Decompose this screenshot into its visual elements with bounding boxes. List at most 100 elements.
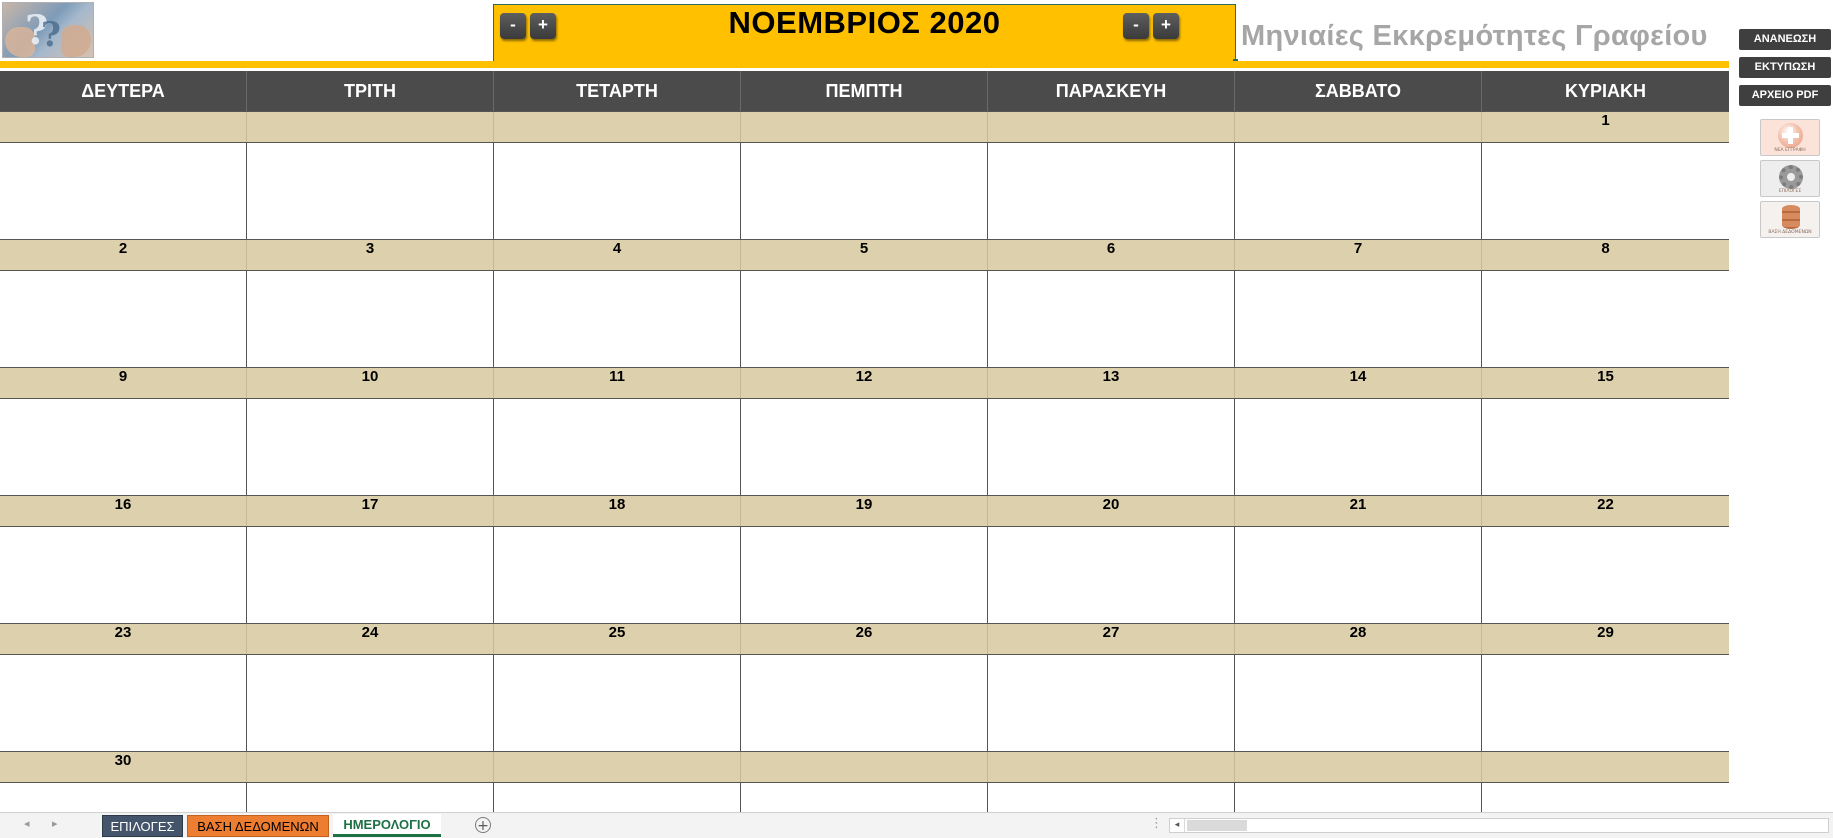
day-cell[interactable] — [988, 655, 1235, 751]
tab-database[interactable]: ΒΑΣΗ ΔΕΔΟΜΕΝΩΝ — [187, 815, 329, 837]
day-cell[interactable] — [1482, 527, 1729, 623]
database-button[interactable]: ΒΑΣΗ ΔΕΔΟΜΕΝΩΝ — [1760, 201, 1820, 238]
day-cell[interactable] — [1235, 655, 1482, 751]
print-button[interactable]: ΕΚΤΥΠΩΣΗ — [1739, 57, 1831, 78]
date-number-cell[interactable]: 16 — [0, 496, 247, 526]
date-number-cell[interactable]: 19 — [741, 496, 988, 526]
day-cell[interactable] — [741, 399, 988, 495]
date-number-cell[interactable]: 13 — [988, 368, 1235, 398]
date-number-cell[interactable]: 15 — [1482, 368, 1729, 398]
date-number-cell[interactable]: 1 — [1482, 112, 1729, 142]
date-number-cell[interactable] — [247, 752, 494, 782]
new-entry-button[interactable]: ΝΕΑ ΕΓΓΡΑΦΗ — [1760, 119, 1820, 156]
day-cell[interactable] — [741, 783, 988, 812]
day-cell[interactable] — [0, 527, 247, 623]
date-number-cell[interactable]: 28 — [1235, 624, 1482, 654]
date-number-cell[interactable]: 4 — [494, 240, 741, 270]
next-month-button[interactable]: + — [1153, 13, 1179, 39]
date-number-cell[interactable] — [741, 112, 988, 142]
scroll-left-icon[interactable]: ◂ — [1170, 819, 1185, 832]
add-sheet-icon[interactable]: + — [475, 817, 491, 834]
date-number-cell[interactable] — [1235, 112, 1482, 142]
prev-year-button[interactable]: - — [500, 13, 526, 39]
date-number-cell[interactable] — [988, 112, 1235, 142]
tab-calendar[interactable]: ΗΜΕΡΟΛΟΓΙΟ — [333, 814, 441, 837]
date-number-cell[interactable]: 8 — [1482, 240, 1729, 270]
day-cell[interactable] — [1482, 655, 1729, 751]
day-cell[interactable] — [247, 143, 494, 239]
scroll-tabs-left-icon[interactable]: ◂ — [24, 817, 30, 830]
day-cell[interactable] — [1482, 271, 1729, 367]
date-number-cell[interactable]: 9 — [0, 368, 247, 398]
day-cell[interactable] — [0, 271, 247, 367]
day-cell[interactable] — [988, 399, 1235, 495]
date-number-cell[interactable]: 7 — [1235, 240, 1482, 270]
date-number-cell[interactable]: 10 — [247, 368, 494, 398]
day-cell[interactable] — [1235, 143, 1482, 239]
pdf-export-button[interactable]: ΑΡΧΕΙΟ PDF — [1739, 85, 1831, 106]
day-cell[interactable] — [0, 143, 247, 239]
date-number-cell[interactable]: 6 — [988, 240, 1235, 270]
date-number-cell[interactable]: 24 — [247, 624, 494, 654]
day-cell[interactable] — [0, 399, 247, 495]
date-number-cell[interactable]: 23 — [0, 624, 247, 654]
day-cell[interactable] — [494, 527, 741, 623]
scroll-tabs-right-icon[interactable]: ▸ — [52, 817, 58, 830]
day-cell[interactable] — [0, 655, 247, 751]
horizontal-scrollbar[interactable]: ◂ — [1169, 818, 1829, 833]
date-number-cell[interactable]: 29 — [1482, 624, 1729, 654]
day-cell[interactable] — [247, 527, 494, 623]
date-number-cell[interactable]: 30 — [0, 752, 247, 782]
date-number-cell[interactable] — [0, 112, 247, 142]
date-number-cell[interactable] — [1482, 752, 1729, 782]
day-cell[interactable] — [247, 271, 494, 367]
date-number-cell[interactable]: 12 — [741, 368, 988, 398]
day-cell[interactable] — [494, 399, 741, 495]
scrollbar-thumb[interactable] — [1187, 820, 1247, 831]
day-cell[interactable] — [494, 655, 741, 751]
prev-month-button[interactable]: - — [1123, 13, 1149, 39]
day-cell[interactable] — [741, 271, 988, 367]
day-cell[interactable] — [741, 527, 988, 623]
date-number-cell[interactable]: 5 — [741, 240, 988, 270]
date-number-cell[interactable] — [988, 752, 1235, 782]
date-number-cell[interactable]: 11 — [494, 368, 741, 398]
date-number-cell[interactable]: 17 — [247, 496, 494, 526]
date-number-cell[interactable]: 21 — [1235, 496, 1482, 526]
day-cell[interactable] — [741, 143, 988, 239]
date-number-cell[interactable] — [1235, 752, 1482, 782]
day-cell[interactable] — [1482, 783, 1729, 812]
splitter-dots-icon[interactable]: ⋮ — [1150, 816, 1163, 831]
day-cell[interactable] — [247, 655, 494, 751]
date-number-cell[interactable]: 20 — [988, 496, 1235, 526]
day-cell[interactable] — [988, 527, 1235, 623]
day-cell[interactable] — [1482, 399, 1729, 495]
day-cell[interactable] — [0, 783, 247, 812]
day-cell[interactable] — [741, 655, 988, 751]
date-number-cell[interactable] — [247, 112, 494, 142]
date-number-cell[interactable]: 3 — [247, 240, 494, 270]
day-cell[interactable] — [988, 271, 1235, 367]
date-number-cell[interactable]: 25 — [494, 624, 741, 654]
date-number-cell[interactable] — [741, 752, 988, 782]
day-cell[interactable] — [988, 783, 1235, 812]
refresh-button[interactable]: ΑΝΑΝΕΩΣΗ — [1739, 29, 1831, 50]
day-cell[interactable] — [988, 143, 1235, 239]
date-number-cell[interactable]: 22 — [1482, 496, 1729, 526]
date-number-cell[interactable] — [494, 752, 741, 782]
options-button[interactable]: ΕΠΙΛΟΓΕΣ — [1760, 160, 1820, 197]
date-number-cell[interactable]: 14 — [1235, 368, 1482, 398]
date-number-cell[interactable]: 26 — [741, 624, 988, 654]
day-cell[interactable] — [1235, 527, 1482, 623]
tab-options[interactable]: ΕΠΙΛΟΓΕΣ — [102, 815, 183, 837]
day-cell[interactable] — [1235, 399, 1482, 495]
day-cell[interactable] — [494, 143, 741, 239]
day-cell[interactable] — [494, 271, 741, 367]
next-year-button[interactable]: + — [530, 13, 556, 39]
date-number-cell[interactable]: 18 — [494, 496, 741, 526]
day-cell[interactable] — [247, 783, 494, 812]
day-cell[interactable] — [247, 399, 494, 495]
date-number-cell[interactable]: 2 — [0, 240, 247, 270]
date-number-cell[interactable] — [494, 112, 741, 142]
day-cell[interactable] — [494, 783, 741, 812]
